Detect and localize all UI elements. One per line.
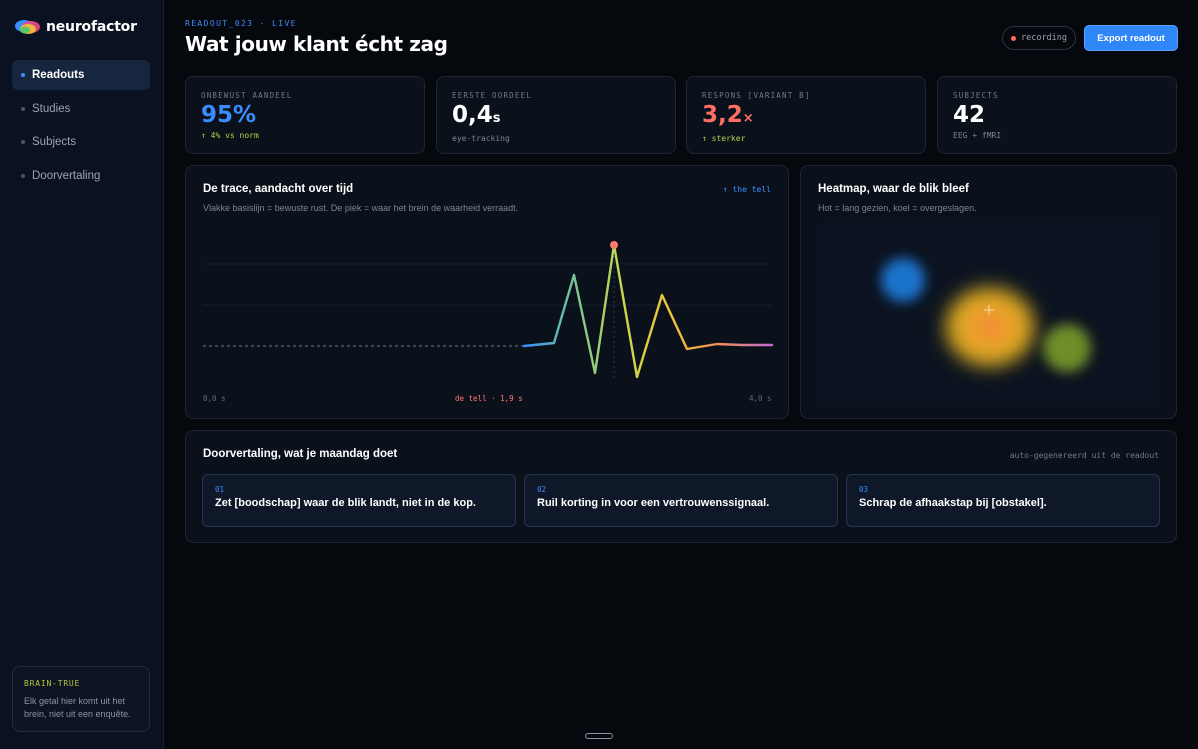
brain-true-card: BRAIN-TRUE Elk getal hier komt uit het b…	[12, 666, 150, 732]
stat-label: EERSTE OORDEEL	[452, 91, 533, 100]
stat-label: SUBJECTS	[953, 91, 999, 100]
page-title: Wat jouw klant écht zag	[185, 32, 448, 56]
heatmap-canvas	[881, 258, 1091, 372]
nav-dot-icon	[21, 173, 25, 178]
sidebar-item-label: Doorvertaling	[32, 169, 101, 182]
suggestion-text: Zet [boodschap] waar de blik landt, niet…	[215, 497, 476, 509]
sidebar-nav: Readouts Studies Subjects Doorvertaling	[12, 60, 150, 194]
home-indicator[interactable]	[585, 733, 613, 739]
stat-sub: eye-tracking	[452, 134, 510, 143]
suggestion-number: 01	[215, 485, 225, 494]
stat-unit: ×	[742, 111, 754, 126]
stat-card-response: RESPONS [VARIANT B] 3,2× ↑ sterker	[686, 76, 926, 154]
suggestion-number: 03	[859, 485, 869, 494]
stat-number: 0,4	[452, 102, 493, 128]
sidebar-item-readouts[interactable]: Readouts	[12, 60, 150, 90]
stat-number: 42	[953, 102, 986, 128]
attention-trace-line	[522, 243, 774, 379]
recording-badge[interactable]: recording	[1002, 26, 1076, 50]
x-start-label: 0,0 s	[203, 394, 226, 403]
stat-card-unconscious: ONBEWUST AANDEEL 95% ↑ 4% vs norm	[185, 76, 425, 154]
heat-spot-green	[1043, 324, 1091, 372]
brain-true-text: Elk getal hier komt uit het brein, niet …	[24, 696, 131, 719]
stat-card-first-judgement: EERSTE OORDEEL 0,4s eye-tracking	[436, 76, 676, 154]
sidebar-item-subjects[interactable]: Subjects	[12, 127, 150, 157]
x-end-label: 4,0 s	[749, 394, 772, 403]
heatmap-title: Heatmap, waar de blik bleef	[818, 183, 969, 195]
stat-card-subjects: SUBJECTS 42 EEG + fMRI	[937, 76, 1177, 154]
brain-true-tag: BRAIN-TRUE	[24, 679, 81, 688]
suggestion-number: 02	[537, 485, 547, 494]
attention-trace-chart	[203, 241, 774, 380]
brand-logo[interactable]: neurofactor	[14, 18, 137, 36]
trace-panel: De trace, aandacht over tijd Vlakke basi…	[185, 165, 789, 419]
sidebar-item-label: Readouts	[32, 69, 85, 81]
brand-name: neurofactor	[46, 19, 137, 35]
stat-value: 0,4s	[452, 102, 660, 132]
heatmap-subtitle: Hot = lang gezien, koel = overgeslagen.	[818, 203, 977, 213]
recording-label: recording	[1020, 33, 1068, 43]
stat-value: 42	[953, 102, 1161, 129]
sidebar-item-label: Studies	[32, 102, 71, 115]
sidebar: neurofactor Readouts Studies Subjects Do…	[0, 0, 164, 749]
nav-dot-icon	[21, 106, 25, 111]
sidebar-item-studies[interactable]: Studies	[12, 94, 150, 124]
stat-sub: ↑ sterker	[702, 134, 746, 143]
stat-value: 95%	[201, 102, 409, 129]
gaze-heatmap[interactable]	[817, 222, 1161, 406]
suggestion-card[interactable]: 02 Ruil korting in voor een vertrouwenss…	[524, 474, 838, 527]
auto-generated-note: auto-gegenereerd uit de readout	[1009, 451, 1159, 460]
stat-number: 3,2	[702, 102, 743, 128]
sidebar-item-doorvertaling[interactable]: Doorvertaling	[12, 161, 150, 191]
heatmap-panel: Heatmap, waar de blik bleef Hot = lang g…	[800, 165, 1177, 419]
stat-number: 95%	[201, 102, 257, 128]
sidebar-item-label: Subjects	[32, 136, 77, 149]
nav-dot-icon	[21, 73, 25, 77]
stat-value: 3,2×	[702, 102, 910, 132]
translation-title: Doorvertaling, wat je maandag doet	[203, 448, 398, 460]
export-readout-button[interactable]: Export readout	[1084, 25, 1178, 51]
peak-marker	[610, 241, 618, 249]
brain-logo-icon	[15, 20, 40, 34]
heat-spot-hot	[945, 287, 1035, 367]
stat-label: RESPONS [VARIANT B]	[702, 91, 811, 100]
recording-dot-icon	[1010, 35, 1016, 41]
suggestion-text: Ruil korting in voor een vertrouwenssign…	[537, 497, 770, 509]
stat-unit: s	[492, 111, 501, 126]
stat-sub: ↑ 4% vs norm	[201, 131, 259, 140]
suggestion-text: Schrap de afhaakstap bij [obstakel].	[859, 497, 1047, 509]
stat-label: ONBEWUST AANDEEL	[201, 91, 293, 100]
suggestion-card[interactable]: 01 Zet [boodschap] waar de blik landt, n…	[202, 474, 516, 527]
nav-dot-icon	[21, 140, 25, 145]
readout-eyebrow: READOUT_023 · LIVE	[185, 19, 297, 28]
tell-time-label: de tell · 1,9 s	[455, 394, 523, 403]
stat-sub: EEG + fMRI	[953, 131, 1002, 140]
heat-spot-cool	[881, 258, 925, 302]
suggestion-card[interactable]: 03 Schrap de afhaakstap bij [obstakel].	[846, 474, 1160, 527]
